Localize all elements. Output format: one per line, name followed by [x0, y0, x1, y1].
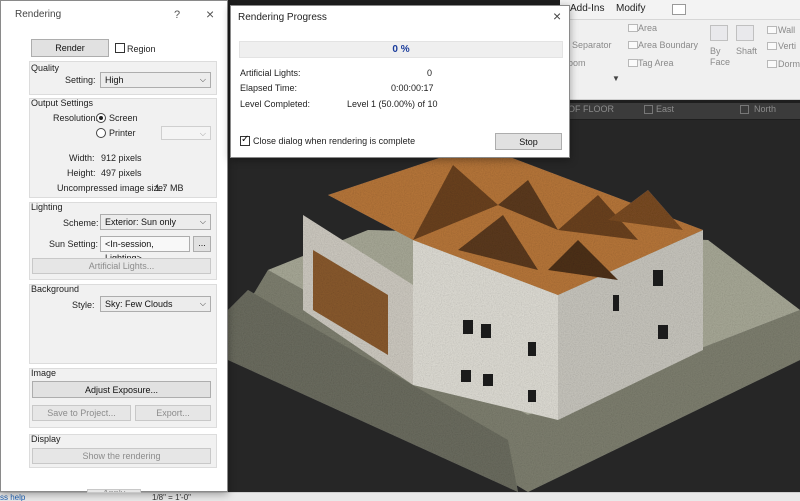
menu-modify[interactable]: Modify: [616, 3, 645, 14]
sun-setting-label: Sun Setting:: [49, 239, 99, 249]
wall-icon: [767, 26, 777, 34]
progress-title: Rendering Progress: [238, 12, 327, 23]
adjust-exposure-button[interactable]: Adjust Exposure...: [32, 381, 211, 398]
ribbon-wall[interactable]: Wall: [778, 25, 795, 35]
close-when-complete-label: Close dialog when rendering is complete: [253, 136, 416, 146]
screen-label: Screen: [109, 113, 138, 123]
display-group-label: Display: [31, 434, 61, 444]
stop-button[interactable]: Stop: [495, 133, 562, 150]
chevron-down-icon: ⌵: [199, 299, 206, 308]
resolution-label: Resolution:: [53, 113, 99, 123]
sun-setting-browse-button[interactable]: ...: [193, 236, 211, 252]
scheme-select[interactable]: Exterior: Sun only ⌵: [100, 214, 211, 230]
region-label: Region: [127, 44, 156, 54]
rendering-dialog: Rendering ? × Render Region Quality Sett…: [0, 0, 228, 493]
ribbon-area-boundary[interactable]: Area Boundary: [638, 40, 698, 50]
check-icon: ✓: [241, 134, 250, 145]
chevron-down-icon: ⌵: [199, 75, 206, 84]
lighting-group-label: Lighting: [31, 202, 63, 212]
area-boundary-icon: [628, 41, 638, 49]
render-viewport[interactable]: [228, 120, 800, 492]
render-button[interactable]: Render: [31, 39, 109, 57]
elapsed-time-label: Elapsed Time:: [240, 83, 298, 93]
tag-area-icon: [628, 59, 638, 67]
area-icon: [628, 24, 638, 32]
level-completed-label: Level Completed:: [240, 99, 311, 109]
export-button[interactable]: Export...: [135, 405, 211, 421]
quality-setting-select[interactable]: High ⌵: [100, 72, 211, 88]
width-label: Width:: [69, 153, 95, 163]
view-icon: [740, 105, 749, 114]
view-tab-north[interactable]: North: [754, 104, 776, 114]
ribbon-separator[interactable]: Separator: [572, 40, 612, 50]
style-label: Style:: [72, 300, 95, 310]
printer-dpi-select[interactable]: ⌵: [161, 126, 211, 140]
chevron-down-icon: ⌵: [199, 129, 206, 138]
apply-button[interactable]: Apply: [87, 489, 141, 493]
scheme-label: Scheme:: [63, 218, 99, 228]
sun-setting-field[interactable]: <In-session, Lighting>: [100, 236, 190, 263]
ribbon-by-face[interactable]: By Face: [710, 46, 732, 68]
help-link[interactable]: ss help: [0, 493, 25, 501]
scheme-value: Exterior: Sun only: [105, 217, 177, 227]
height-value: 497 pixels: [101, 168, 142, 178]
view-tab-roof-floor[interactable]: OF FLOOR: [568, 104, 614, 114]
house-render-image: [228, 145, 800, 492]
setting-label: Setting:: [65, 75, 96, 85]
elapsed-time-value: 0:00:00:17: [391, 83, 434, 93]
close-icon[interactable]: ×: [553, 8, 561, 24]
height-label: Height:: [67, 168, 96, 178]
quality-setting-value: High: [105, 75, 124, 85]
printer-label: Printer: [109, 128, 136, 138]
screen-radio[interactable]: [96, 113, 106, 123]
progress-percent: 0 %: [392, 44, 410, 55]
output-group-label: Output Settings: [31, 98, 94, 108]
close-when-complete-checkbox[interactable]: ✓: [240, 134, 250, 146]
artificial-lights-button[interactable]: Artificial Lights...: [32, 258, 211, 274]
width-value: 912 pixels: [101, 153, 142, 163]
level-completed-value: Level 1 (50.00%) of 10: [347, 99, 438, 109]
chevron-down-icon: ⌵: [199, 217, 206, 226]
ribbon-dormer[interactable]: Dorm: [778, 59, 800, 69]
rendering-title: Rendering: [15, 9, 62, 20]
ribbon-tag-area[interactable]: Tag Area: [638, 58, 674, 68]
save-to-project-button[interactable]: Save to Project...: [32, 405, 131, 421]
status-bar: ss help 1/8" = 1'-0": [0, 492, 800, 501]
image-size-value: 1.7 MB: [155, 183, 184, 193]
background-group-label: Background: [31, 284, 80, 294]
printer-radio[interactable]: [96, 128, 106, 138]
vertical-icon: [767, 42, 777, 50]
background-style-select[interactable]: Sky: Few Clouds ⌵: [100, 296, 211, 312]
menu-addins[interactable]: Add-Ins: [570, 3, 604, 14]
ribbon-area[interactable]: Area: [638, 23, 657, 33]
image-group-label: Image: [31, 368, 57, 378]
dormer-icon: [767, 60, 777, 68]
by-face-icon: [710, 25, 728, 41]
artificial-lights-value: 0: [427, 68, 433, 78]
ribbon-shaft[interactable]: Shaft: [736, 46, 757, 56]
ribbon-panel: Separator oom Area Area Boundary Tag Are…: [568, 20, 800, 100]
background-style-value: Sky: Few Clouds: [105, 299, 173, 309]
close-icon[interactable]: ×: [206, 6, 214, 22]
help-icon[interactable]: ?: [174, 9, 180, 21]
menu-bar: Add-Ins Modify: [560, 0, 800, 20]
ribbon-toggle-icon[interactable]: [672, 4, 686, 15]
progress-bar: 0 %: [239, 41, 563, 58]
rendering-progress-dialog: Rendering Progress × 0 % Artificial Ligh…: [230, 5, 570, 158]
ribbon-vertical[interactable]: Verti: [778, 41, 796, 51]
panel-expand-icon[interactable]: ▼: [612, 74, 620, 83]
region-checkbox[interactable]: [115, 43, 125, 53]
view-tab-east[interactable]: East: [656, 104, 674, 114]
show-rendering-button[interactable]: Show the rendering: [32, 448, 211, 464]
quality-group-label: Quality: [31, 63, 60, 73]
shaft-icon: [736, 25, 754, 41]
artificial-lights-label: Artificial Lights:: [240, 68, 301, 78]
view-scale[interactable]: 1/8" = 1'-0": [152, 493, 191, 501]
view-icon: [644, 105, 653, 114]
image-size-label: Uncompressed image size:: [57, 183, 166, 193]
ribbon-room[interactable]: oom: [568, 58, 586, 68]
